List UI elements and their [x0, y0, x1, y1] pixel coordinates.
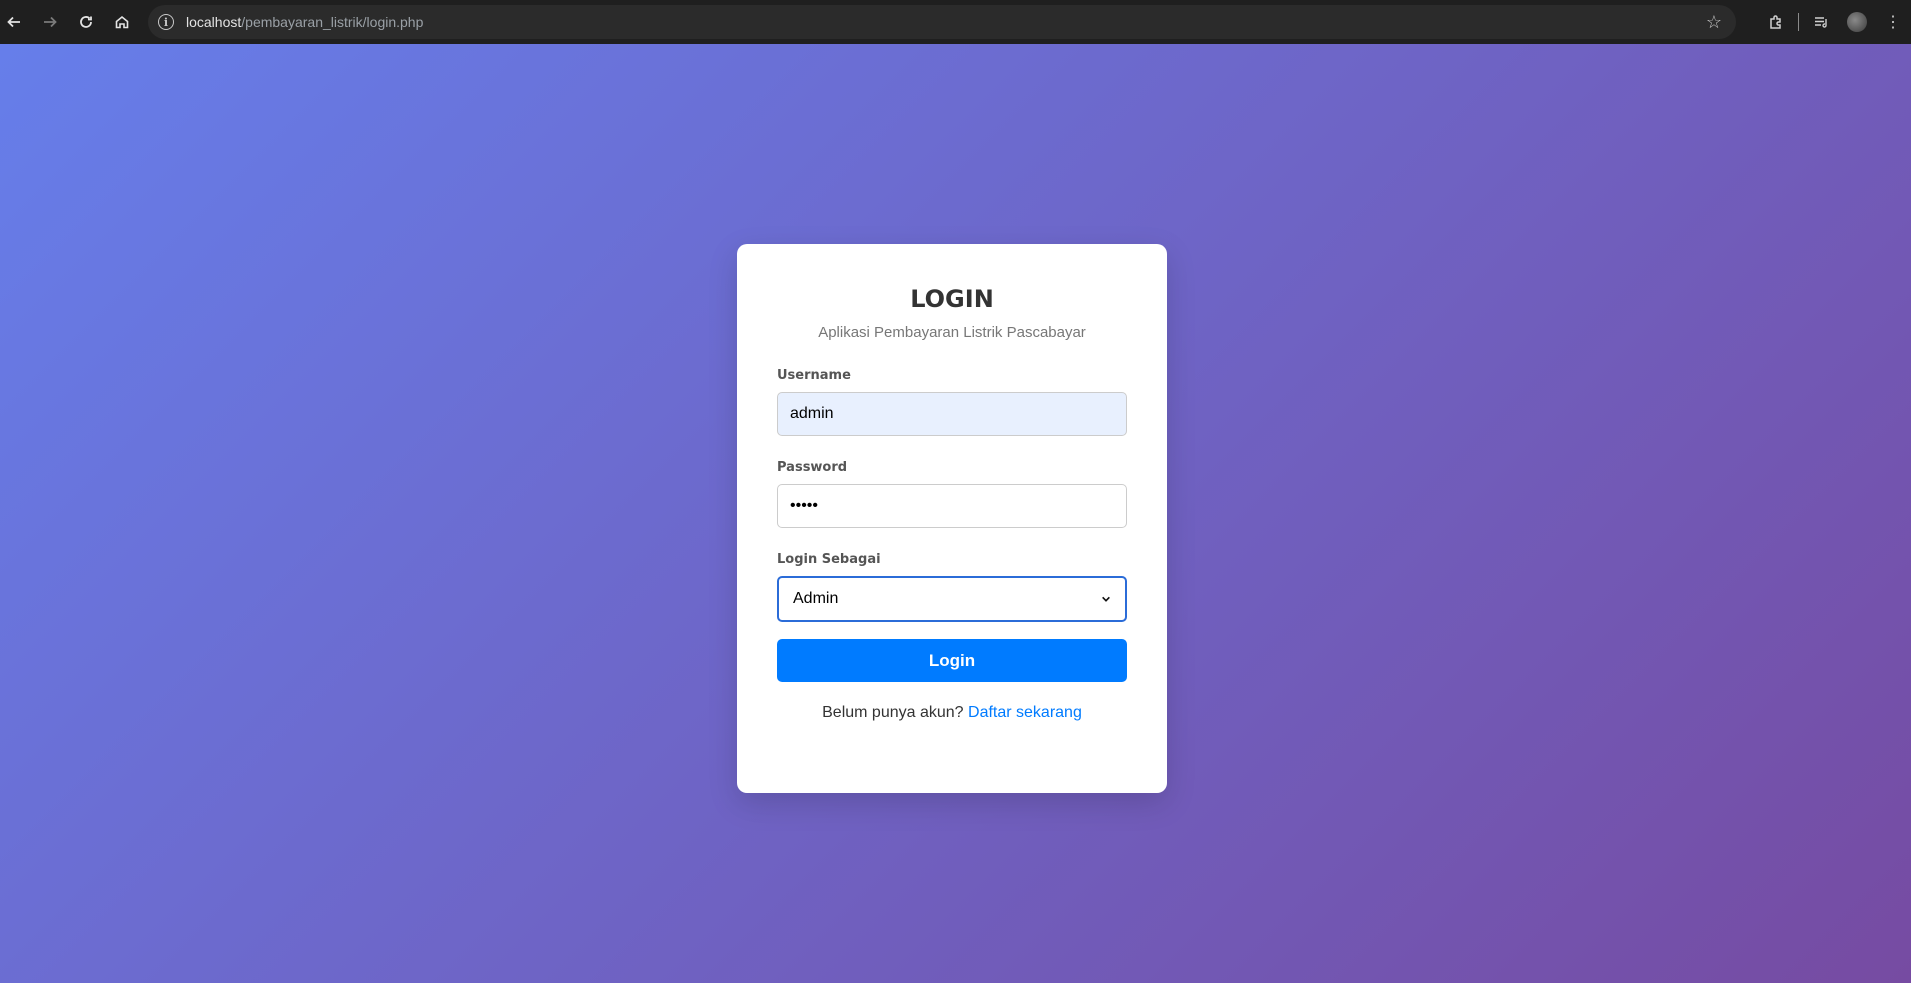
toolbar-divider [1798, 13, 1799, 31]
role-select-value: Admin [793, 590, 839, 607]
username-group: Username [777, 368, 1127, 436]
username-label: Username [777, 368, 851, 383]
kebab-menu-icon[interactable]: ⋮ [1875, 0, 1911, 44]
register-prompt-text: Belum punya akun? [822, 704, 964, 721]
app-subtitle: Aplikasi Pembayaran Listrik Pascabayar [818, 324, 1086, 341]
password-group: Password [777, 460, 1127, 528]
role-label: Login Sebagai [777, 552, 881, 567]
toolbar-right: ⋮ [1758, 0, 1911, 44]
login-button[interactable]: Login [777, 639, 1127, 682]
reload-icon[interactable] [68, 0, 104, 44]
extensions-icon[interactable] [1758, 0, 1794, 44]
username-input[interactable] [777, 392, 1127, 436]
password-input[interactable] [777, 484, 1127, 528]
home-icon[interactable] [104, 0, 140, 44]
page-title: LOGIN [910, 285, 994, 313]
bookmark-star-icon[interactable]: ☆ [1706, 12, 1722, 33]
page-background: LOGIN Aplikasi Pembayaran Listrik Pascab… [0, 44, 1911, 983]
profile-avatar[interactable] [1839, 0, 1875, 44]
role-group: Login Sebagai Admin [777, 552, 1127, 622]
login-card: LOGIN Aplikasi Pembayaran Listrik Pascab… [737, 244, 1167, 793]
register-link[interactable]: Daftar sekarang [968, 704, 1082, 721]
address-bar[interactable]: i localhost/pembayaran_listrik/login.php… [148, 5, 1736, 39]
browser-toolbar: i localhost/pembayaran_listrik/login.php… [0, 0, 1911, 44]
site-info-icon[interactable]: i [158, 14, 174, 30]
url-text: localhost/pembayaran_listrik/login.php [186, 14, 424, 30]
password-label: Password [777, 460, 848, 475]
media-control-icon[interactable] [1803, 0, 1839, 44]
role-select[interactable]: Admin [777, 576, 1127, 622]
register-prompt: Belum punya akun? Daftar sekarang [777, 703, 1127, 723]
chevron-down-icon [1101, 592, 1111, 607]
forward-arrow-icon[interactable] [32, 0, 68, 44]
back-arrow-icon[interactable] [0, 0, 32, 44]
